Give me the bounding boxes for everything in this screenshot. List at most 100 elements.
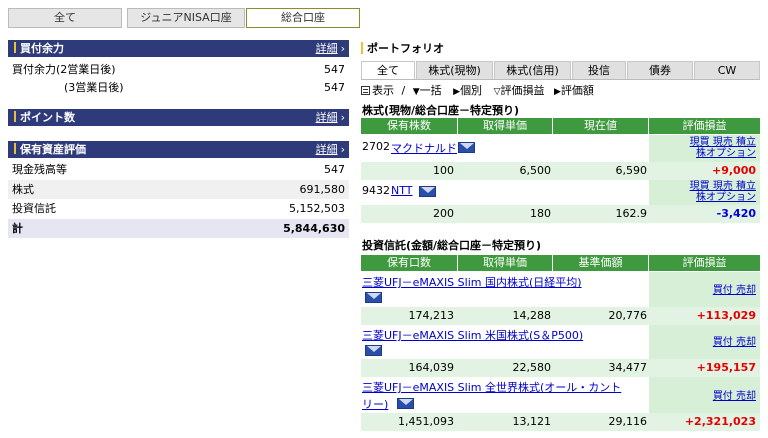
mail-icon[interactable] <box>365 345 382 356</box>
mail-icon[interactable] <box>397 398 414 409</box>
detail-label[interactable]: 詳細 <box>316 143 338 156</box>
buy-sell-links[interactable]: 買付 売却 <box>713 285 756 296</box>
asset-row-stocks: 株式 691,580 <box>8 180 349 199</box>
mail-icon[interactable] <box>365 292 382 303</box>
trade-links: 買付 売却 <box>713 285 756 296</box>
fund-name-link[interactable]: 三菱UFJ－eMAXIS Slim 全世界株式(オール・カント <box>362 379 621 395</box>
amount-toggle[interactable]: ▶評価額 <box>554 84 594 99</box>
col-header: 取得単価 <box>458 255 553 271</box>
tab-cw[interactable]: CW <box>694 61 760 80</box>
trade-links: 買付 売却 <box>713 391 756 402</box>
buying-power-header: 買付余力 詳細 › <box>8 40 349 57</box>
row-value: 5,844,630 <box>283 222 345 235</box>
table-row: 100 6,500 6,590 +9,000 <box>361 162 760 180</box>
table-row: 三菱UFJ－eMAXIS Slim 全世界株式(オール・カント リー) 買付 売… <box>361 377 760 413</box>
nav-value: 34,477 <box>608 361 648 374</box>
buying-power-detail-link[interactable]: 詳細 › <box>316 40 345 57</box>
units-value: 164,039 <box>408 361 455 374</box>
table-row: 174,213 14,288 20,776 +113,029 <box>361 307 760 325</box>
portfolio-title: ポートフォリオ <box>361 40 444 56</box>
funds-table-header: 保有口数 取得単価 基準価額 評価損益 <box>361 255 760 271</box>
table-row: 三菱UFJ－eMAXIS Slim 米国株式(S＆P500) 買付 売却 <box>361 325 760 359</box>
account-tab-junior-nisa[interactable]: ジュニアNISA口座 <box>127 8 245 28</box>
stock-code: 2702 <box>362 140 390 153</box>
table-row: 164,039 22,580 34,477 +195,157 <box>361 359 760 377</box>
trade-links-line[interactable]: 現買 現売 積立 <box>690 181 756 192</box>
pl-value: +113,029 <box>696 309 756 322</box>
account-tab-general[interactable]: 総合口座 <box>246 8 360 28</box>
stock-option-link[interactable]: 株オプション <box>696 148 756 159</box>
stock-option-link[interactable]: 株オプション <box>696 192 756 203</box>
stock-name-link[interactable]: マクドナルド <box>391 140 457 156</box>
amount-label[interactable]: 評価額 <box>561 84 594 98</box>
account-tab-all[interactable]: 全て <box>8 8 122 28</box>
display-label: 表示 <box>372 84 394 97</box>
accent-bar <box>14 143 16 154</box>
pl-value: -3,420 <box>716 207 756 220</box>
cost-value: 13,121 <box>512 415 552 428</box>
mail-icon[interactable] <box>458 142 475 153</box>
buy-sell-links[interactable]: 買付 売却 <box>713 337 756 348</box>
pl-value: +9,000 <box>711 164 756 177</box>
accent-bar <box>14 42 16 53</box>
portfolio-toolbar: 表示 / ▼一括 ▶個別 ▽評価損益 ▶評価額 <box>361 84 760 98</box>
table-row: 200 180 162.9 -3,420 <box>361 205 760 223</box>
tab-all[interactable]: 全て <box>361 61 415 80</box>
stocks-section-title: 株式(現物/総合口座－特定預り) <box>362 104 520 117</box>
asset-valuation-detail-link[interactable]: 詳細 › <box>316 141 345 158</box>
triangle-right-icon: ▶ <box>553 87 561 97</box>
accent-bar <box>14 111 16 122</box>
qty-value: 200 <box>433 207 454 220</box>
chevron-right-icon: › <box>340 143 345 156</box>
points-header: ポイント数 詳細 › <box>8 109 349 126</box>
chevron-right-icon: › <box>340 111 345 124</box>
tab-bonds[interactable]: 債券 <box>627 61 693 80</box>
pl-toggle[interactable]: ▽評価損益 <box>494 84 545 99</box>
fund-name-link[interactable]: 三菱UFJ－eMAXIS Slim 米国株式(S＆P500) <box>362 327 583 343</box>
points-title: ポイント数 <box>20 111 75 124</box>
fund-name-link-cont[interactable]: リー) <box>362 396 388 412</box>
nav-value: 20,776 <box>608 309 648 322</box>
points-detail-link[interactable]: 詳細 › <box>316 109 345 126</box>
pl-label[interactable]: 評価損益 <box>500 84 544 98</box>
row-label: 株式 <box>12 183 34 196</box>
trade-links-line[interactable]: 現買 現売 積立 <box>690 137 756 148</box>
detail-label[interactable]: 詳細 <box>316 42 338 55</box>
buying-power-title: 買付余力 <box>20 42 64 55</box>
individual-toggle[interactable]: ▶個別 <box>453 84 482 99</box>
row-value: 547 <box>324 81 345 94</box>
cost-value: 22,580 <box>512 361 552 374</box>
pl-value: +2,321,023 <box>684 415 756 428</box>
col-header: 基準価額 <box>553 255 649 271</box>
mail-icon[interactable] <box>419 186 436 197</box>
stock-name-link[interactable]: NTT <box>391 184 412 197</box>
buying-power-row: 買付余力(2営業日後) 547 <box>8 60 349 79</box>
tab-stock-cash[interactable]: 株式(現物) <box>416 61 493 80</box>
fund-name-link[interactable]: 三菱UFJ－eMAXIS Slim 国内株式(日経平均) <box>362 274 582 290</box>
asset-valuation-title: 保有資産評価 <box>20 143 86 156</box>
row-value: 547 <box>324 63 345 76</box>
portfolio-tabs: 全て 株式(現物) 株式(信用) 投信 債券 CW <box>361 61 760 80</box>
bulk-toggle[interactable]: ▼一括 <box>413 84 442 99</box>
nav-value: 29,116 <box>608 415 648 428</box>
buy-sell-links[interactable]: 買付 売却 <box>713 391 756 402</box>
table-row: 1,451,093 13,121 29,116 +2,321,023 <box>361 413 760 431</box>
cost-value: 6,500 <box>519 164 552 177</box>
row-value: 5,152,503 <box>289 202 345 215</box>
table-row: 三菱UFJ－eMAXIS Slim 国内株式(日経平均) 買付 売却 <box>361 272 760 307</box>
individual-label[interactable]: 個別 <box>460 84 482 98</box>
triangle-right-icon: ▶ <box>453 87 461 97</box>
cost-value: 14,288 <box>512 309 552 322</box>
tab-funds[interactable]: 投信 <box>572 61 626 80</box>
row-label: 投資信託 <box>12 202 56 215</box>
detail-label[interactable]: 詳細 <box>316 111 338 124</box>
funds-section-title: 投資信託(金額/総合口座－特定預り) <box>362 239 542 252</box>
tab-stock-margin[interactable]: 株式(信用) <box>494 61 571 80</box>
units-value: 1,451,093 <box>398 415 454 428</box>
bulk-label[interactable]: 一括 <box>420 84 442 98</box>
trade-links: 買付 売却 <box>713 337 756 348</box>
asset-valuation-header: 保有資産評価 詳細 › <box>8 141 349 158</box>
row-label: (3営業日後) <box>64 81 124 94</box>
buying-power-row: (3営業日後) 547 <box>8 78 349 97</box>
list-icon <box>361 86 370 95</box>
